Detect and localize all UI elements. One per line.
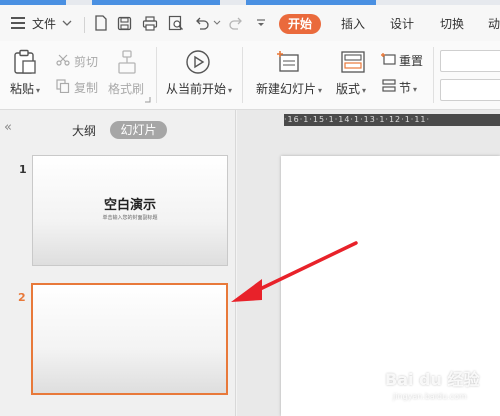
slide-thumbnail-2[interactable] <box>31 283 228 395</box>
slide-thumbnail-1[interactable]: 空白演示 单击输入您的封面副标题 <box>32 155 228 266</box>
new-slide-icon <box>277 51 299 72</box>
save-button[interactable] <box>117 5 132 41</box>
chevron-down-icon <box>213 20 221 25</box>
tab-insert[interactable]: 插入 <box>341 14 365 34</box>
redo-button[interactable] <box>228 5 244 41</box>
chevron-down-icon: ▾ <box>318 86 323 95</box>
font-size-select[interactable] <box>440 79 500 101</box>
play-from-current-label: 从当前开始 <box>166 82 227 96</box>
new-doc-button[interactable] <box>94 5 108 41</box>
ribbon-divider <box>242 47 243 103</box>
ribbon-divider <box>433 47 434 103</box>
print-icon <box>142 15 158 31</box>
paste-icon[interactable] <box>12 49 38 75</box>
dialog-launcher-icon[interactable] <box>145 97 151 103</box>
slide-thumbnail-subtitle: 单击输入您的封面副标题 <box>102 215 158 221</box>
section-button[interactable]: 节 ▾ <box>399 79 417 96</box>
hamburger-menu-button[interactable] <box>10 5 26 41</box>
slide-navigation-panel: « 大纲 幻灯片 1 空白演示 单击输入您的封面副标题 2 <box>0 110 236 416</box>
chevron-down-icon: ▾ <box>413 85 418 94</box>
print-preview-button[interactable] <box>168 5 184 41</box>
undo-icon <box>196 17 209 30</box>
format-painter-icon <box>118 50 136 74</box>
horizontal-ruler: ·16·1·15·1·14·1·13·1·12·1·11· <box>284 114 500 126</box>
chevron-down-icon: ▾ <box>36 86 41 95</box>
menu-bar: 文件 开始 插入 设计 切换 动 <box>0 5 500 41</box>
menu-divider <box>84 17 85 33</box>
layout-button[interactable]: 版式 ▾ <box>336 80 366 97</box>
slide-thumbnail-title: 空白演示 <box>103 198 156 213</box>
new-slide-button[interactable]: 新建幻灯片 ▾ <box>256 80 322 97</box>
slide-number: 2 <box>18 291 26 304</box>
ruler-ticks: ·16·1·15·1·14·1·13·1·12·1·11· <box>284 115 431 124</box>
file-menu-label: 文件 <box>32 16 57 31</box>
collapse-panel-icon[interactable]: « <box>4 120 12 135</box>
section-icon <box>382 79 396 92</box>
reset-button[interactable]: 重置 <box>399 52 423 69</box>
save-icon <box>117 16 132 30</box>
undo-button[interactable] <box>194 5 221 41</box>
chevron-down-icon: ▾ <box>362 86 367 95</box>
paste-button[interactable]: 粘贴 ▾ <box>10 80 40 97</box>
baidu-watermark-url: jingyan.baidu.com <box>393 392 467 401</box>
file-menu-button[interactable]: 文件 <box>32 5 72 41</box>
chevron-down-icon: ▾ <box>228 86 233 95</box>
new-document-icon <box>95 15 107 31</box>
tab-transition[interactable]: 切换 <box>440 14 464 34</box>
tab-animation[interactable]: 动 <box>488 14 500 34</box>
tab-home[interactable]: 开始 <box>279 14 322 34</box>
dropdown-arrow-icon <box>257 19 265 26</box>
ribbon-toolbar: 粘贴 ▾ 剪切 复制 格式刷 从当前开始 ▾ 新建幻灯片 ▾ 版式 ▾ 重置 节 ▾ <box>0 41 500 110</box>
play-icon <box>186 50 210 74</box>
slide-number: 1 <box>19 163 27 176</box>
print-preview-icon <box>168 15 183 31</box>
reset-icon <box>381 53 396 65</box>
play-from-current-button[interactable]: 从当前开始 ▾ <box>166 80 232 97</box>
tab-design[interactable]: 设计 <box>390 14 414 34</box>
copy-button[interactable]: 复制 <box>74 79 98 96</box>
tab-outline[interactable]: 大纲 <box>72 122 96 139</box>
section-label: 节 <box>399 81 412 95</box>
layout-label: 版式 <box>336 82 361 96</box>
customize-toolbar-button[interactable] <box>256 5 266 41</box>
font-name-select[interactable] <box>440 50 500 72</box>
new-slide-label: 新建幻灯片 <box>256 82 317 96</box>
ribbon-divider <box>156 47 157 103</box>
format-painter-button[interactable]: 格式刷 <box>108 80 144 97</box>
paste-label: 粘贴 <box>10 82 35 96</box>
scissors-icon <box>56 54 70 66</box>
redo-icon <box>229 17 242 30</box>
copy-icon <box>56 79 70 93</box>
print-button[interactable] <box>142 5 158 41</box>
hamburger-icon <box>11 17 25 29</box>
layout-icon <box>341 51 365 73</box>
chevron-down-icon <box>62 20 72 26</box>
tab-slides[interactable]: 幻灯片 <box>110 121 167 139</box>
cut-button[interactable]: 剪切 <box>74 53 98 70</box>
